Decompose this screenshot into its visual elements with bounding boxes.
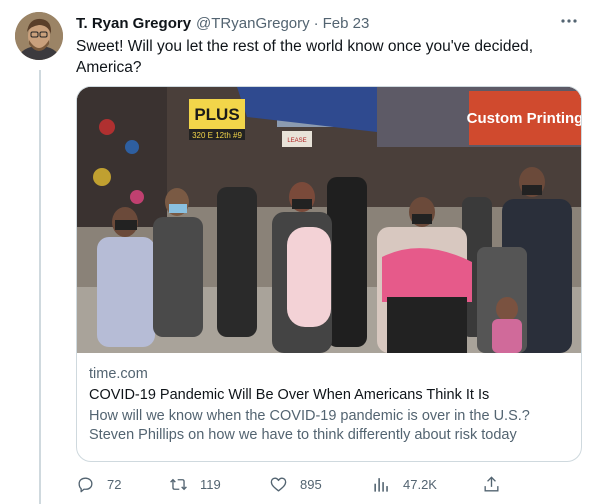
views-button[interactable]: 47.2K (372, 472, 437, 496)
separator-dot: · (313, 14, 319, 32)
avatar[interactable] (15, 12, 63, 60)
like-count: 895 (300, 476, 322, 492)
views-count: 47.2K (403, 476, 437, 492)
more-icon[interactable] (558, 10, 580, 32)
like-button[interactable]: 895 (269, 472, 322, 496)
avatar-photo (15, 12, 63, 60)
like-icon (270, 476, 287, 492)
card-body: time.com COVID-19 Pandemic Will Be Over … (89, 365, 569, 445)
share-button[interactable] (482, 472, 513, 496)
retweet-icon (170, 478, 187, 490)
lease-sign-text: LEASE (287, 138, 306, 144)
reply-count: 72 (107, 476, 122, 492)
retweet-button[interactable]: 119 (169, 472, 221, 496)
retweet-count: 119 (200, 476, 221, 492)
card-title: COVID-19 Pandemic Will Be Over When Amer… (89, 387, 490, 403)
author-name[interactable]: T. Ryan Gregory (76, 15, 191, 32)
right-sign-text: Custom Printing (467, 110, 581, 127)
store-address-text: 320 E 12th #9 (192, 131, 242, 140)
link-card[interactable]: PLUS 320 E 12th #9 LEASE Custom Printing (76, 86, 582, 462)
action-bar: 72 119 895 47.2K (76, 472, 506, 496)
views-icon (374, 477, 388, 492)
thread-line (39, 70, 41, 504)
tweet-date[interactable]: Feb 23 (323, 15, 370, 32)
card-description: How will we know when the COVID-19 pande… (89, 408, 530, 443)
reply-icon (78, 476, 93, 492)
card-domain: time.com (89, 366, 148, 382)
card-image: PLUS 320 E 12th #9 LEASE Custom Printing (77, 87, 581, 353)
store-sign-text: PLUS (194, 105, 239, 124)
tweet-header: T. Ryan Gregory @TRyanGregory · Feb 23 (76, 13, 578, 33)
reply-button[interactable]: 72 (76, 472, 121, 496)
share-icon (484, 475, 499, 492)
author-handle[interactable]: @TRyanGregory (196, 15, 310, 32)
tweet-text: Sweet! Will you let the rest of the worl… (76, 38, 534, 76)
